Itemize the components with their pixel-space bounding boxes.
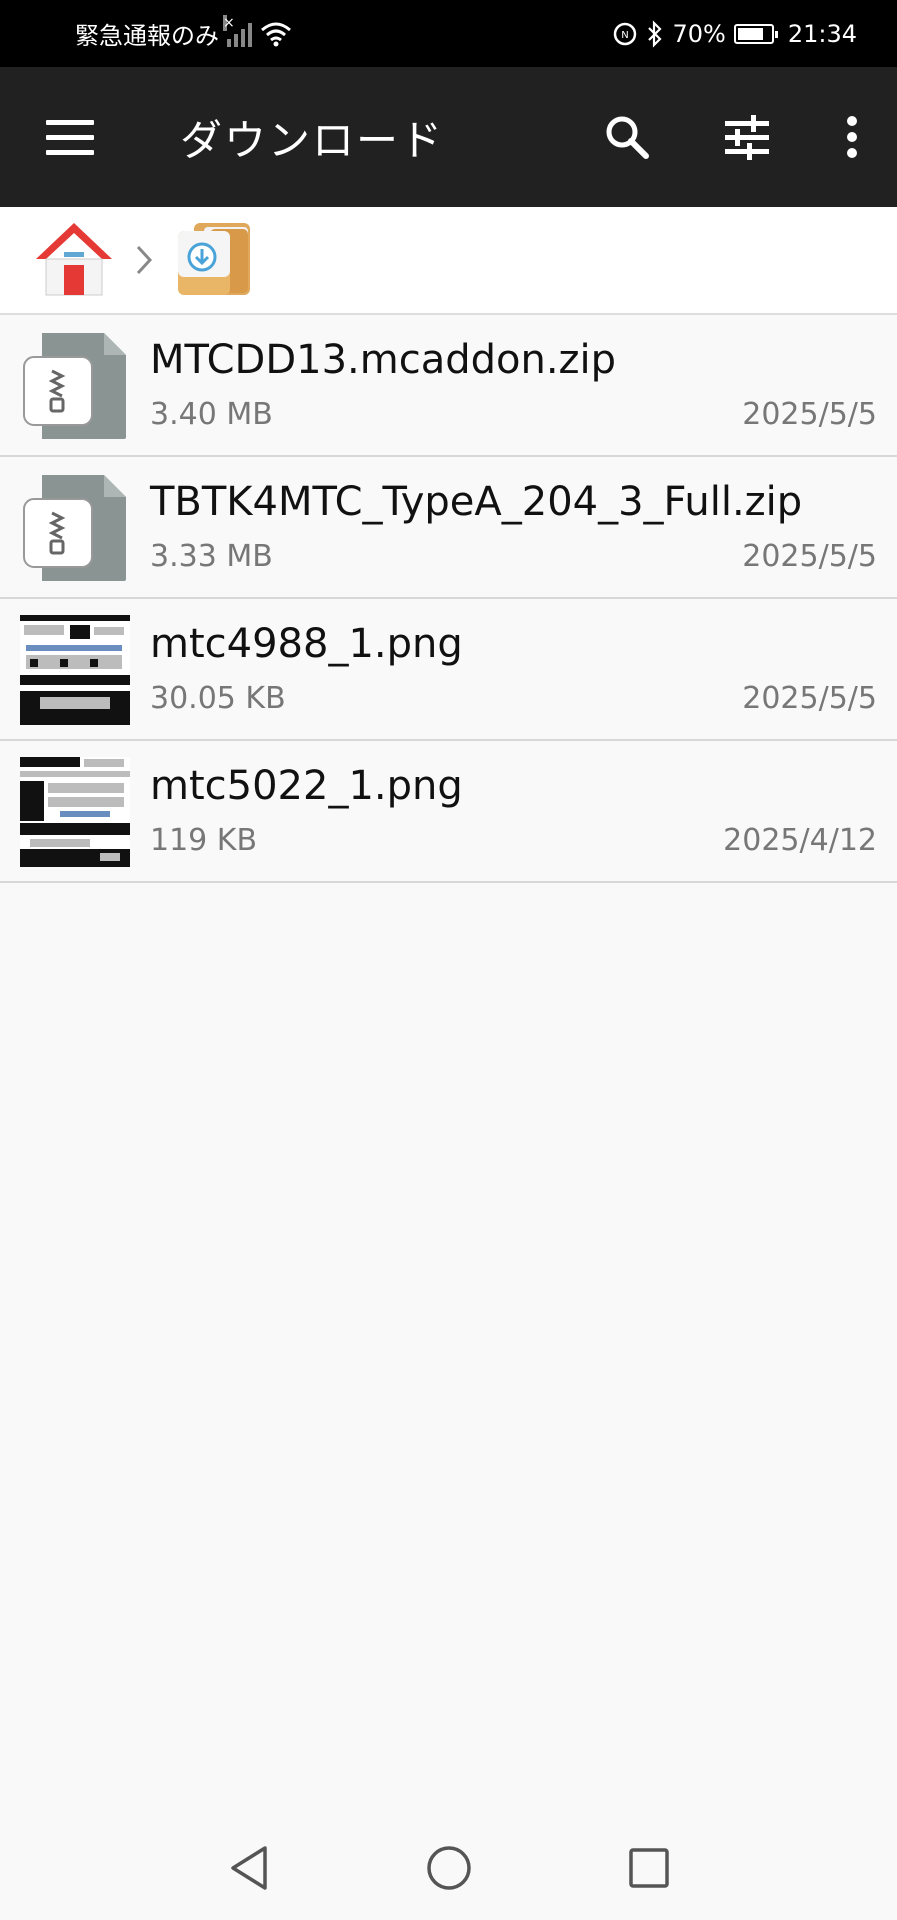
file-name: mtc5022_1.png [150, 763, 463, 809]
status-bar: 緊急通報のみ × N 70% 21:34 [0, 0, 897, 67]
more-options-button[interactable] [807, 67, 897, 207]
more-vert-icon [847, 116, 857, 158]
battery-icon [733, 23, 778, 44]
signal-icon: × [223, 14, 252, 47]
clock: 21:34 [787, 19, 857, 48]
back-triangle-icon [230, 1845, 267, 1890]
tune-icon [725, 115, 769, 160]
file-name: MTCDD13.mcaddon.zip [150, 337, 617, 383]
zip-file-icon [20, 473, 130, 583]
wifi-icon [261, 22, 291, 46]
navigation-bar [0, 1815, 897, 1920]
file-date: 2025/5/5 [742, 681, 877, 716]
status-right: N 70% 21:34 [612, 20, 857, 48]
recents-button[interactable] [619, 1838, 679, 1898]
download-folder-icon [178, 223, 250, 295]
breadcrumb [0, 207, 897, 315]
file-date: 2025/5/5 [742, 397, 877, 432]
file-row[interactable]: mtc5022_1.png 119 KB 2025/4/12 [0, 741, 897, 883]
page-title: ダウンロード [180, 115, 445, 165]
battery-percent: 70% [672, 19, 726, 48]
svg-text:N: N [622, 30, 629, 41]
breadcrumb-download-folder[interactable] [174, 217, 256, 303]
breadcrumb-home[interactable] [34, 219, 114, 301]
home-circle-icon [426, 1845, 471, 1890]
image-thumbnail [20, 615, 130, 725]
file-size: 119 KB [150, 823, 258, 858]
file-row[interactable]: MTCDD13.mcaddon.zip 3.40 MB 2025/5/5 [0, 315, 897, 457]
file-row[interactable]: mtc4988_1.png 30.05 KB 2025/5/5 [0, 599, 897, 741]
file-date: 2025/5/5 [742, 539, 877, 574]
search-icon [606, 116, 649, 159]
recents-square-icon [628, 1847, 669, 1888]
search-button[interactable] [567, 67, 687, 207]
file-list: MTCDD13.mcaddon.zip 3.40 MB 2025/5/5 TBT… [0, 315, 897, 883]
menu-button[interactable] [0, 67, 140, 207]
file-name: mtc4988_1.png [150, 621, 463, 667]
hamburger-icon [46, 119, 94, 155]
zip-file-icon [20, 331, 130, 441]
data-saver-icon: N [614, 22, 637, 45]
back-button[interactable] [219, 1838, 279, 1898]
file-row[interactable]: TBTK4MTC_TypeA_204_3_Full.zip 3.33 MB 20… [0, 457, 897, 599]
file-name: TBTK4MTC_TypeA_204_3_Full.zip [150, 479, 803, 525]
status-left: 緊急通報のみ × [75, 14, 292, 51]
home-icon [36, 223, 112, 296]
file-size: 30.05 KB [150, 681, 286, 716]
filter-button[interactable] [687, 67, 807, 207]
file-date: 2025/4/12 [723, 823, 877, 858]
file-size: 3.40 MB [150, 397, 273, 432]
app-bar: ダウンロード [0, 67, 897, 207]
image-thumbnail [20, 757, 130, 867]
home-button[interactable] [419, 1838, 479, 1898]
chevron-right-icon [136, 245, 153, 275]
carrier-text: 緊急通報のみ [75, 22, 219, 50]
bluetooth-icon [648, 19, 663, 48]
file-size: 3.33 MB [150, 539, 273, 574]
